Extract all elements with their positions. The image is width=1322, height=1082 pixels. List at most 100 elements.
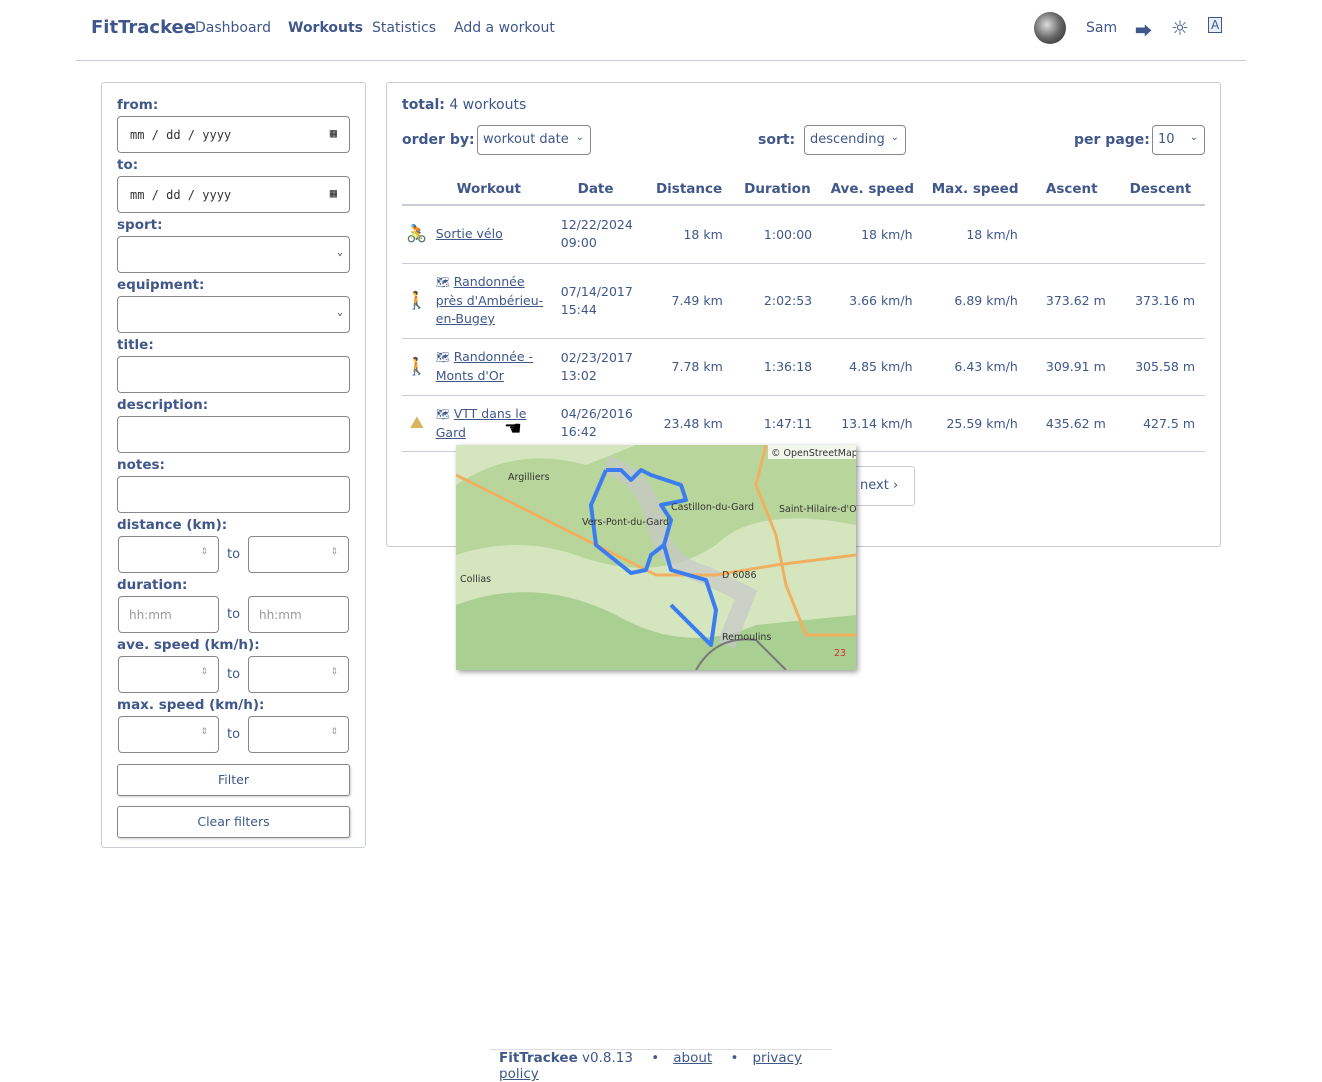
map-icon[interactable]: 🗺 (436, 351, 450, 364)
to-text: to (227, 607, 241, 622)
description-input[interactable] (117, 416, 350, 453)
total-count: total: 4 workouts (402, 97, 526, 113)
description-label: description: (117, 397, 209, 413)
next-label: next (860, 478, 889, 493)
total-label: total: (402, 97, 445, 113)
filter-button[interactable]: Filter (117, 764, 350, 796)
workout-cell: 🗺 Randonnée près d'Ambérieu-en-Bugey (431, 263, 546, 339)
max-speed-cell: 6.43 km/h (922, 338, 1028, 396)
order-by-select[interactable]: workout date ⌄ (477, 125, 591, 155)
time: 13:02 (560, 367, 597, 383)
per-page-select[interactable]: 10 ⌄ (1152, 125, 1205, 155)
mouse-cursor-icon: ☚ (504, 416, 522, 440)
map-label: Collias (460, 574, 491, 585)
title-input[interactable] (117, 356, 350, 393)
header-duration: Duration (732, 173, 823, 206)
max-speed-max-input[interactable]: ⇕ (248, 716, 349, 753)
map-label: Remoulins (722, 632, 771, 643)
time: 16:42 (560, 424, 597, 439)
map-icon[interactable]: 🗺 (436, 276, 450, 289)
footer-version: v0.8.13 (582, 1050, 633, 1066)
spinner-icon[interactable]: ⇕ (200, 667, 208, 677)
from-placeholder: mm / dd / yyyy (130, 128, 232, 142)
date-cell: 12/22/2024 09:00 (545, 205, 646, 264)
nav-statistics[interactable]: Statistics (372, 20, 436, 36)
duration-min-input[interactable]: hh:mm (118, 596, 219, 633)
table-row: 🚶 🗺 Randonnée près d'Ambérieu-en-Bugey 0… (402, 263, 1205, 339)
order-label: order by: (402, 132, 475, 148)
about-link[interactable]: about (673, 1050, 712, 1066)
calendar-icon[interactable]: ▦ (330, 126, 337, 140)
header-descent: Descent (1115, 173, 1205, 206)
placeholder: hh:mm (129, 608, 172, 622)
ascent-cell (1027, 205, 1116, 264)
duration-max-input[interactable]: hh:mm (248, 596, 349, 633)
chevron-down-icon: ⌄ (336, 307, 343, 318)
date-cell: 07/14/2017 15:44 (545, 263, 646, 339)
username-link[interactable]: Sam (1086, 20, 1117, 36)
time: 15:44 (560, 301, 597, 317)
max-speed-cell: 25.59 km/h (922, 395, 1028, 452)
theme-sun-icon[interactable]: ☼ (1171, 16, 1189, 40)
hiking-icon: 🚶 (402, 338, 432, 396)
max-speed-cell: 18 km/h (922, 205, 1028, 264)
distance-min-input[interactable]: ⇕ (118, 536, 219, 573)
avatar[interactable] (1034, 12, 1066, 44)
distance-max-input[interactable]: ⇕ (248, 536, 349, 573)
map-attribution[interactable]: © OpenStreetMap (771, 448, 856, 459)
sport-label: sport: (117, 217, 163, 233)
logout-icon[interactable]: ⮕ (1135, 17, 1152, 42)
header-icon (402, 173, 432, 206)
date: 12/22/2024 (560, 217, 633, 233)
ave-speed-cell: 3.66 km/h (822, 263, 923, 339)
spinner-icon[interactable]: ⇕ (200, 727, 208, 737)
nav-workouts[interactable]: Workouts (288, 20, 363, 36)
sort-select[interactable]: descending ⌄ (804, 125, 906, 155)
map-icon[interactable]: 🗺 (436, 408, 450, 421)
from-label: from: (117, 97, 159, 113)
table-row: ⛰ 🗺 VTT dans le Gard 04/26/2016 16:42 23.… (402, 395, 1205, 452)
clear-filters-button[interactable]: Clear filters (117, 806, 350, 838)
descent-cell: 373.16 m (1115, 263, 1205, 339)
calendar-icon[interactable]: ▦ (330, 186, 337, 200)
workout-map-preview[interactable]: © OpenStreetMap Argilliers Castillon-du-… (456, 445, 856, 670)
map-label: Vers-Pont-du-Gard (582, 517, 669, 528)
workout-cell: 🗺 VTT dans le Gard (431, 395, 546, 452)
language-icon[interactable]: A (1208, 17, 1223, 33)
map-svg: © OpenStreetMap Argilliers Castillon-du-… (456, 445, 856, 670)
next-page-button[interactable]: next › (847, 466, 915, 506)
date-cell: 02/23/2017 13:02 (545, 338, 646, 396)
header-workout: Workout (431, 173, 546, 206)
duration-cell: 1:47:11 (732, 395, 823, 452)
to-text: to (227, 727, 241, 742)
notes-input[interactable] (117, 476, 350, 513)
notes-label: notes: (117, 457, 165, 473)
equipment-select[interactable]: ⌄ (117, 296, 350, 333)
ascent-cell: 435.62 m (1027, 395, 1116, 452)
spinner-icon[interactable]: ⇕ (330, 547, 338, 557)
distance-cell: 7.49 km (645, 263, 733, 339)
nav-add-workout[interactable]: Add a workout (454, 20, 555, 36)
max-speed-min-input[interactable]: ⇕ (118, 716, 219, 753)
descent-cell: 305.58 m (1115, 338, 1205, 396)
distance-cell: 18 km (645, 205, 733, 264)
from-date-input[interactable]: mm / dd / yyyy ▦ (117, 116, 350, 153)
workout-title-link[interactable]: Sortie vélo (436, 226, 503, 241)
sport-select[interactable]: ⌄ (117, 236, 350, 273)
to-date-input[interactable]: mm / dd / yyyy ▦ (117, 176, 350, 213)
hiking-icon: 🚶 (402, 263, 432, 339)
workout-title-link[interactable]: Randonnée près d'Ambérieu-en-Bugey (436, 274, 543, 326)
max-speed-cell: 6.89 km/h (922, 263, 1028, 339)
ave-speed-cell: 4.85 km/h (822, 338, 923, 396)
workout-cell: Sortie vélo (431, 205, 546, 264)
table-row: 🚴 Sortie vélo 12/22/2024 09:00 18 km 1:00… (402, 205, 1205, 264)
spinner-icon[interactable]: ⇕ (200, 547, 208, 557)
nav-dashboard[interactable]: Dashboard (195, 20, 271, 36)
app-logo[interactable]: FitTrackee (91, 17, 196, 38)
spinner-icon[interactable]: ⇕ (330, 727, 338, 737)
spinner-icon[interactable]: ⇕ (330, 667, 338, 677)
ave-speed-max-input[interactable]: ⇕ (248, 656, 349, 693)
ave-speed-min-input[interactable]: ⇕ (118, 656, 219, 693)
duration-label: duration: (117, 577, 188, 593)
workout-title-link[interactable]: Randonnée - Monts d'Or (436, 349, 533, 383)
